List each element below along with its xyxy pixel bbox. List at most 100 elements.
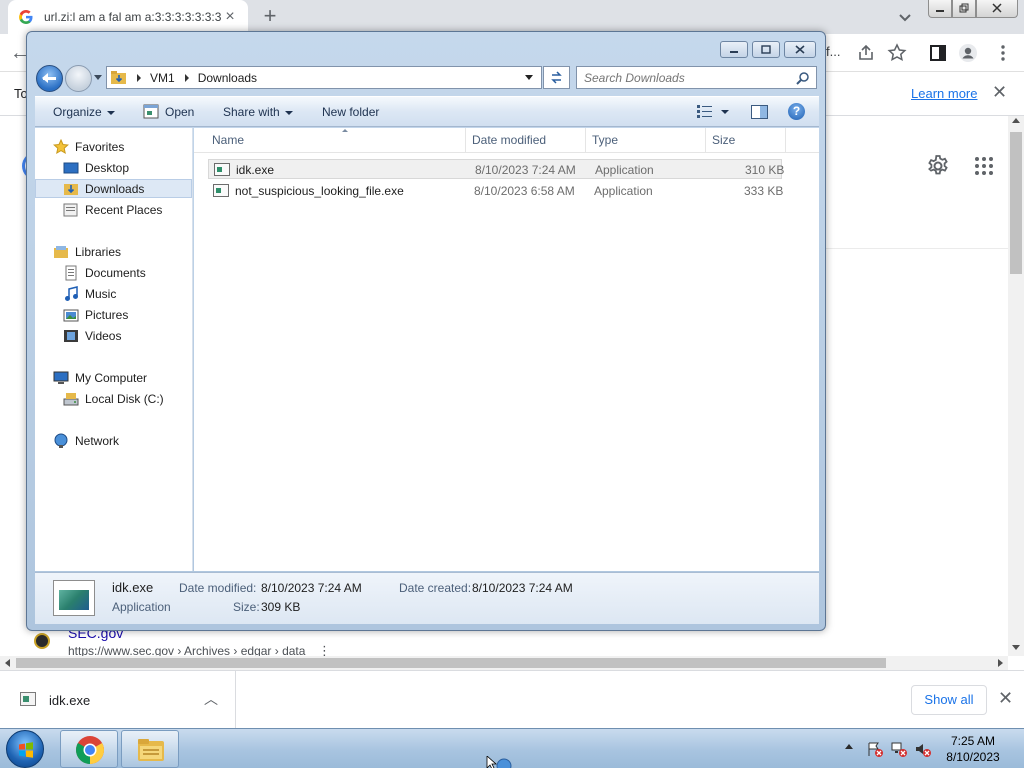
nav-desktop-label: Desktop [85,160,130,175]
help-icon[interactable]: ? [788,103,805,120]
scroll-right-arrow-icon[interactable] [998,659,1003,667]
file-row[interactable]: idk.exe 8/10/2023 7:24 AM Application 31… [208,159,784,179]
minimize-button[interactable] [928,0,952,18]
nav-videos[interactable]: Videos [63,326,121,345]
show-all-button[interactable]: Show all [911,685,987,715]
open-button[interactable]: Open [165,105,194,119]
volume-muted-icon[interactable] [914,741,932,757]
nav-downloads[interactable]: Downloads [35,179,192,198]
recent-pages-dropdown-icon[interactable] [94,75,102,80]
new-tab-button[interactable]: + [258,4,282,28]
column-type[interactable]: Type [586,128,706,153]
command-bar: Organize Open Share with New folder ? [35,96,819,127]
explorer-close-button[interactable] [784,41,816,58]
breadcrumb-downloads[interactable]: Downloads [198,71,257,85]
details-pane: idk.exe Application Date modified: 8/10/… [35,572,819,624]
settings-gear-icon[interactable] [926,154,950,178]
infobar-close-icon[interactable]: ✕ [992,82,1007,103]
nav-local-disk[interactable]: Local Disk (C:) [63,389,164,408]
omnibox-text[interactable]: f... [826,44,840,59]
scroll-down-arrow-icon[interactable] [1012,645,1020,650]
change-view-icon[interactable] [697,105,712,118]
horizontal-scrollbar[interactable] [0,656,1008,670]
details-file-name: idk.exe [112,580,154,595]
search-input[interactable] [577,67,787,88]
column-date-modified[interactable]: Date modified [466,128,586,153]
nav-favorites[interactable]: Favorites [53,137,124,156]
browser-tab[interactable]: url.zi:l am a fal am a:3:3:3:3:3:3:3 × [8,0,248,34]
tab-title: url.zi:l am a fal am a:3:3:3:3:3:3:3 [44,10,222,24]
download-options-chevron-icon[interactable]: ︿ [204,689,218,709]
tab-search-chevron-icon[interactable] [894,6,916,28]
column-size[interactable]: Size [706,128,786,153]
vertical-scroll-thumb[interactable] [1010,132,1022,274]
google-apps-grid-icon[interactable] [974,156,994,176]
download-item[interactable]: idk.exe ︿ [0,671,236,728]
action-center-flag-icon[interactable] [866,741,884,757]
nav-music[interactable]: Music [63,284,116,303]
download-shelf-close-icon[interactable]: ✕ [998,688,1013,709]
network-status-icon[interactable] [890,741,908,757]
scroll-left-arrow-icon[interactable] [5,659,10,667]
busy-cursor-icon [486,756,512,768]
horizontal-scroll-thumb[interactable] [16,658,886,668]
search-box[interactable] [576,66,817,89]
bookmark-star-icon[interactable] [887,43,907,63]
details-date-modified-label: Date modified: [179,581,257,595]
search-icon[interactable] [796,71,810,85]
breadcrumb-vm1[interactable]: VM1 [150,71,175,85]
address-dropdown-icon[interactable] [525,75,533,80]
refresh-button[interactable] [543,66,570,89]
share-icon[interactable] [856,43,876,63]
downloads-icon [64,183,78,195]
show-hidden-icons-arrow-icon[interactable] [845,744,853,749]
learn-more-link[interactable]: Learn more [911,86,977,101]
restore-button[interactable] [952,0,976,18]
nav-libraries[interactable]: Libraries [53,242,121,261]
nav-recent-places[interactable]: Recent Places [63,200,162,219]
taskbar-chrome-button[interactable] [60,730,118,768]
nav-network[interactable]: Network [53,431,119,450]
forward-button[interactable] [65,65,92,92]
nav-downloads-label: Downloads [85,181,145,196]
column-header-row: Name Date modified Type Size [194,128,819,153]
libraries-icon [54,245,68,258]
column-name[interactable]: Name [206,128,466,153]
nav-pictures[interactable]: Pictures [63,305,128,324]
nav-desktop[interactable]: Desktop [63,158,129,177]
explorer-maximize-button[interactable] [752,41,780,58]
start-button[interactable] [6,730,44,768]
sec-favicon-icon [34,633,50,649]
favorites-star-icon [53,138,69,154]
profile-avatar-icon[interactable] [958,43,978,63]
details-date-created-label: Date created: [399,581,472,595]
address-bar[interactable]: VM1 Downloads [106,66,542,89]
breadcrumb-separator-icon[interactable] [184,73,189,82]
file-date-modified: 8/10/2023 7:24 AM [475,163,576,177]
details-date-modified: 8/10/2023 7:24 AM [261,581,362,595]
close-window-button[interactable] [976,0,1018,18]
side-panel-icon[interactable] [928,43,948,63]
new-folder-button[interactable]: New folder [322,105,379,119]
system-clock[interactable]: 7:25 AM 8/10/2023 [938,733,1008,765]
taskbar-explorer-button[interactable] [121,730,179,768]
file-row[interactable]: not_suspicious_looking_file.exe 8/10/202… [208,181,783,201]
views-dropdown-icon[interactable] [721,110,729,114]
nav-my-computer-label: My Computer [75,370,148,385]
preview-pane-icon[interactable] [751,105,768,119]
organize-dropdown-icon [106,110,115,115]
explorer-minimize-button[interactable] [720,41,748,58]
file-date-modified: 8/10/2023 6:58 AM [474,184,575,198]
back-button[interactable] [36,65,63,92]
organize-menu-button[interactable]: Organize [53,105,115,119]
share-with-menu-button[interactable]: Share with [223,105,293,119]
menu-kebab-icon[interactable] [993,43,1013,63]
tab-close-icon[interactable]: × [222,8,238,26]
scroll-up-arrow-icon[interactable] [1012,118,1020,123]
file-name: idk.exe [236,163,275,177]
chrome-tab-strip: url.zi:l am a fal am a:3:3:3:3:3:3:3 × + [0,0,1024,34]
breadcrumb-separator-icon[interactable] [137,73,141,82]
vertical-scrollbar[interactable] [1008,116,1024,656]
nav-documents[interactable]: Documents [63,263,146,282]
nav-my-computer[interactable]: My Computer [53,368,147,387]
